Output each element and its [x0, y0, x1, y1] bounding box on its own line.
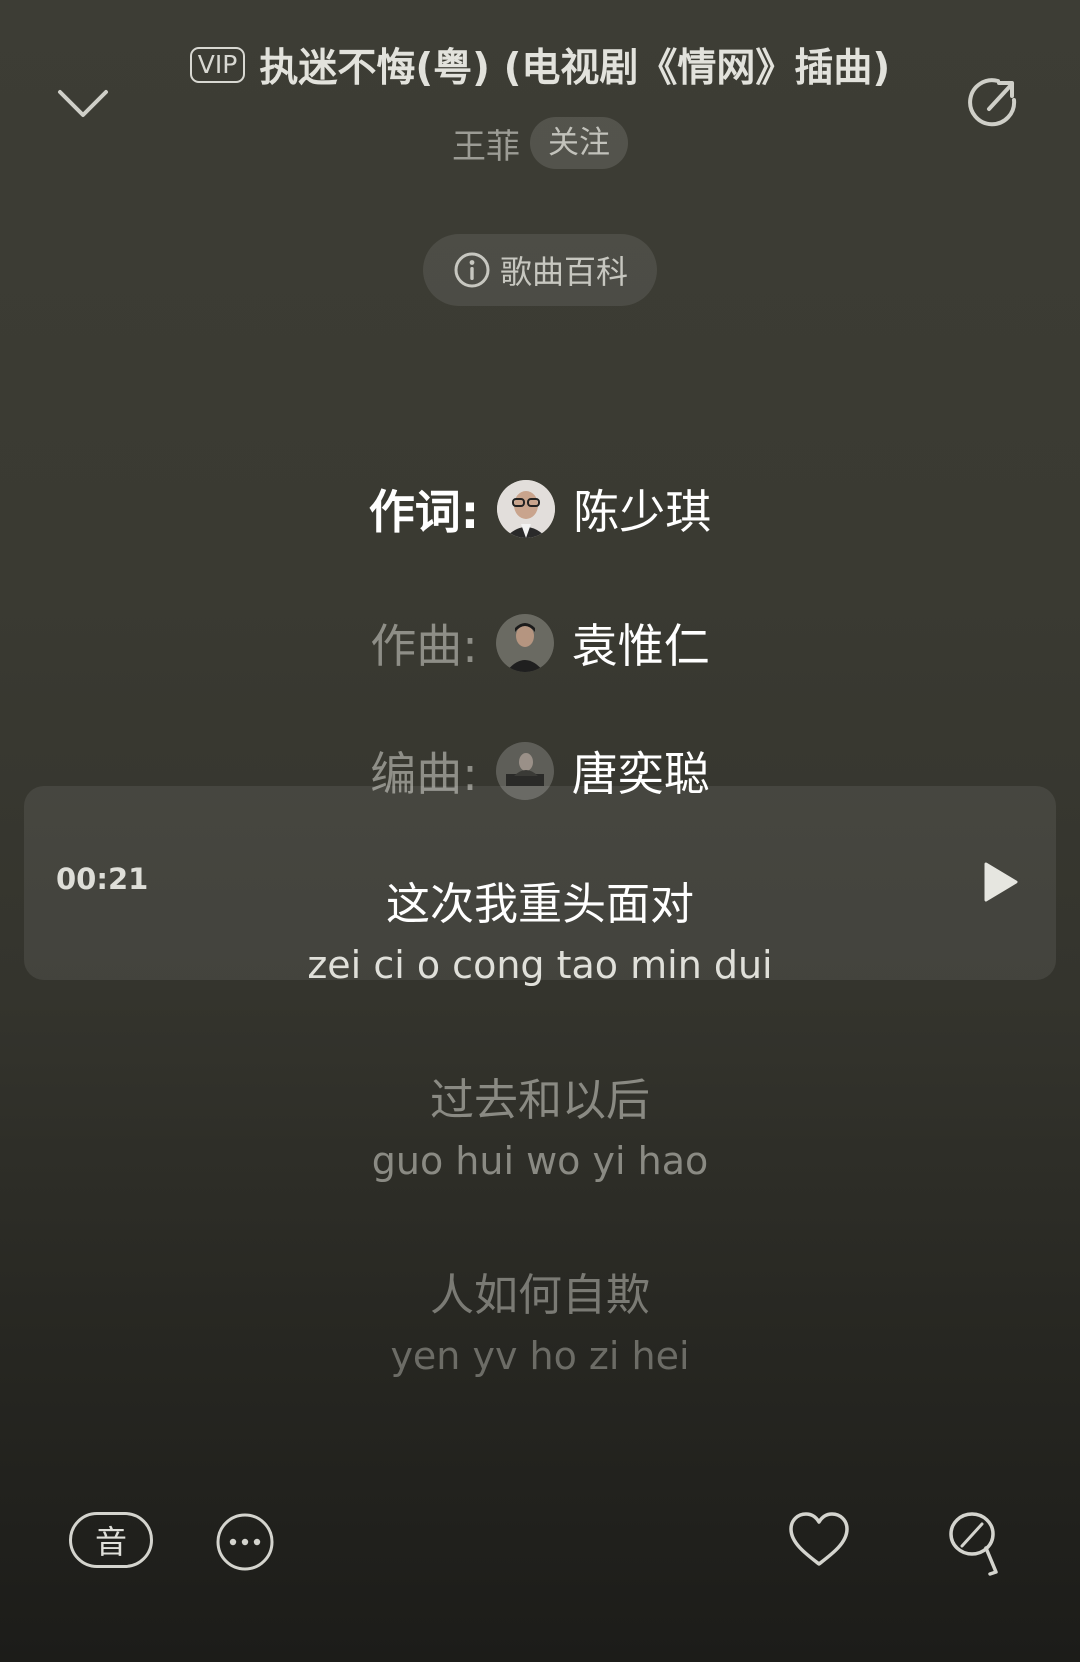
- artist-row: 王菲 关注: [0, 116, 1080, 170]
- vip-badge: VIP: [189, 47, 246, 83]
- play-icon: [984, 862, 1018, 902]
- lyric-line-chinese[interactable]: 人如何自欺: [0, 1259, 1080, 1323]
- artist-name[interactable]: 王菲: [452, 119, 520, 168]
- follow-button[interactable]: 关注: [530, 117, 628, 169]
- comment-button[interactable]: [946, 1508, 1004, 1580]
- share-button[interactable]: [962, 70, 1028, 136]
- lyric-line-pinyin: yen yv ho zi hei: [390, 1334, 690, 1378]
- avatar[interactable]: [495, 614, 554, 672]
- song-encyclopedia-button[interactable]: 歌曲百科: [423, 234, 657, 306]
- credit-role: 作曲:: [370, 619, 478, 673]
- share-icon: [968, 78, 1017, 127]
- more-button[interactable]: [215, 1512, 275, 1572]
- heart-icon: [789, 1512, 849, 1566]
- lyric-line-chinese[interactable]: 过去和以后: [0, 1064, 1080, 1128]
- title-row: VIP 执迷不悔(粤) (电视剧《情网》插曲): [0, 38, 1080, 92]
- lyric-line-pinyin: guo hui wo yi hao: [371, 1139, 709, 1183]
- credit-name[interactable]: 袁惟仁: [572, 610, 710, 676]
- song-encyclopedia-label: 歌曲百科: [499, 253, 628, 291]
- song-title: 执迷不悔(粤) (电视剧《情网》插曲): [259, 46, 891, 91]
- credit-role: 作词:: [368, 485, 480, 539]
- info-icon: [454, 252, 490, 288]
- play-from-line-button[interactable]: [978, 858, 1022, 906]
- credit-lyricist: 作词: 陈少琪: [0, 476, 1080, 542]
- avatar[interactable]: [497, 480, 556, 538]
- current-lyric-chinese: 这次我重头面对: [386, 879, 694, 930]
- sound-quality-button[interactable]: 音: [69, 1512, 153, 1568]
- credit-composer: 作曲: 袁惟仁: [0, 610, 1080, 676]
- credit-name[interactable]: 陈少琪: [573, 476, 711, 542]
- comment-icon: [949, 1512, 998, 1576]
- more-icon: [216, 1513, 274, 1571]
- like-button[interactable]: [786, 1510, 852, 1570]
- current-lyric-pinyin: zei ci o cong tao min dui: [307, 943, 773, 987]
